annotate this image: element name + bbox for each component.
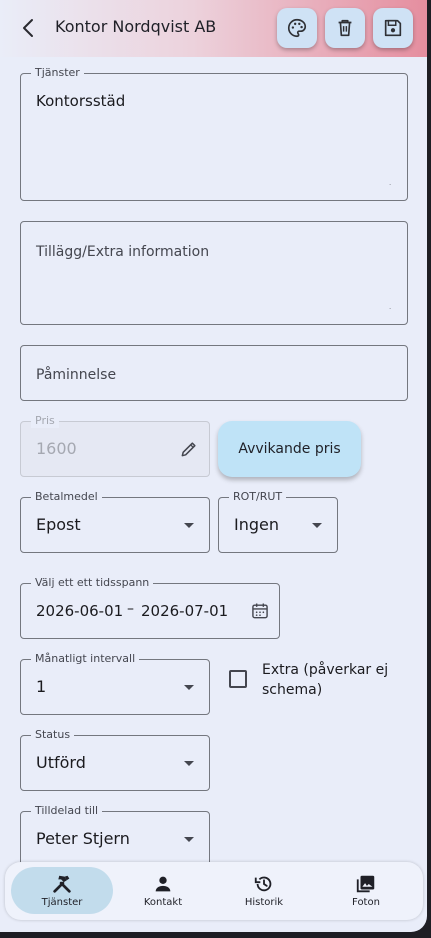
delete-button[interactable] bbox=[325, 8, 365, 48]
nav-label-tjanster: Tjänster bbox=[41, 897, 83, 908]
nav-item-kontakt[interactable]: Kontakt bbox=[112, 867, 214, 914]
date-start: 2026-06-01 bbox=[36, 602, 124, 620]
back-button[interactable] bbox=[17, 16, 41, 40]
extra-info-placeholder: Tillägg/Extra information bbox=[36, 244, 210, 260]
nav-label-foton: Foton bbox=[352, 897, 380, 908]
photos-icon bbox=[356, 875, 375, 893]
trash-icon bbox=[338, 19, 352, 37]
assigned-to-value: Peter Stjern bbox=[36, 829, 130, 848]
assigned-to-select[interactable]: Tilldelad till Peter Stjern bbox=[20, 804, 210, 867]
status-value: Utförd bbox=[36, 753, 86, 772]
calendar-icon[interactable] bbox=[250, 601, 270, 621]
nav-item-foton[interactable]: Foton bbox=[315, 867, 417, 914]
extra-info-field[interactable]: Tillägg/Extra information . bbox=[20, 221, 408, 325]
dropdown-arrow-icon bbox=[184, 837, 194, 842]
date-range-field[interactable]: Välj ett ett tidsspann 2026-06-01 – 2026… bbox=[20, 576, 280, 639]
app-screen: Kontor Nordqvist AB Tjänster Kontorsstäd… bbox=[0, 0, 427, 932]
dropdown-arrow-icon bbox=[312, 523, 322, 528]
reminder-field[interactable]: Påminnelse bbox=[20, 345, 408, 401]
save-icon bbox=[384, 19, 402, 37]
extra-checkbox-label-line1: Extra (påverkar ej bbox=[262, 662, 389, 678]
tools-icon bbox=[53, 875, 71, 893]
deviating-price-label: Avvikande pris bbox=[238, 441, 341, 457]
dropdown-arrow-icon bbox=[184, 761, 194, 766]
bottom-navigation: Tjänster Kontakt Historik Foton bbox=[5, 862, 423, 920]
back-arrow-icon bbox=[23, 19, 33, 37]
monthly-interval-select[interactable]: Månatligt intervall 1 bbox=[20, 652, 210, 715]
price-label: Pris bbox=[31, 414, 59, 428]
monthly-interval-label: Månatligt intervall bbox=[31, 652, 140, 666]
services-field[interactable]: Tjänster Kontorsstäd . bbox=[20, 66, 408, 201]
page-title: Kontor Nordqvist AB bbox=[55, 17, 217, 36]
palette-icon bbox=[288, 18, 307, 38]
nav-item-tjanster[interactable]: Tjänster bbox=[11, 867, 113, 914]
nav-label-historik: Historik bbox=[244, 897, 284, 908]
rot-rut-label: ROT/RUT bbox=[229, 490, 287, 504]
edit-pencil-icon[interactable] bbox=[179, 439, 199, 459]
price-value: 1600 bbox=[36, 439, 77, 458]
person-icon bbox=[155, 876, 171, 892]
assigned-to-label: Tilldelad till bbox=[31, 804, 103, 818]
dropdown-arrow-icon bbox=[184, 523, 194, 528]
nav-item-historik[interactable]: Historik bbox=[213, 867, 315, 914]
date-range-label: Välj ett ett tidsspann bbox=[31, 576, 154, 590]
history-icon bbox=[254, 876, 272, 892]
status-label: Status bbox=[31, 728, 75, 742]
monthly-interval-value: 1 bbox=[36, 677, 47, 696]
palette-button[interactable] bbox=[277, 8, 317, 48]
status-select[interactable]: Status Utförd bbox=[20, 728, 210, 791]
services-value: Kontorsstäd bbox=[36, 92, 126, 110]
date-separator: – bbox=[127, 601, 134, 617]
save-button[interactable] bbox=[373, 8, 413, 48]
app-bar: Kontor Nordqvist AB bbox=[0, 0, 427, 57]
payment-method-value: Epost bbox=[36, 515, 81, 534]
dropdown-arrow-icon bbox=[184, 685, 194, 690]
nav-label-kontakt: Kontakt bbox=[143, 897, 183, 908]
date-end: 2026-07-01 bbox=[141, 602, 229, 620]
resize-handle-icon[interactable]: . bbox=[389, 304, 391, 311]
rot-rut-value: Ingen bbox=[234, 515, 279, 534]
reminder-placeholder: Påminnelse bbox=[36, 367, 117, 383]
deviating-price-button[interactable]: Avvikande pris bbox=[218, 421, 361, 477]
rot-rut-select[interactable]: ROT/RUT Ingen bbox=[218, 490, 338, 553]
resize-handle-icon[interactable]: . bbox=[389, 180, 391, 187]
extra-checkbox[interactable] bbox=[229, 670, 247, 688]
payment-method-label: Betalmedel bbox=[31, 490, 102, 504]
extra-checkbox-label: Extra (påverkar ej schema) bbox=[262, 660, 388, 700]
extra-checkbox-label-line2: schema) bbox=[262, 682, 323, 698]
payment-method-select[interactable]: Betalmedel Epost bbox=[20, 490, 210, 553]
price-field: Pris 1600 bbox=[20, 414, 210, 477]
services-label: Tjänster bbox=[31, 66, 84, 80]
